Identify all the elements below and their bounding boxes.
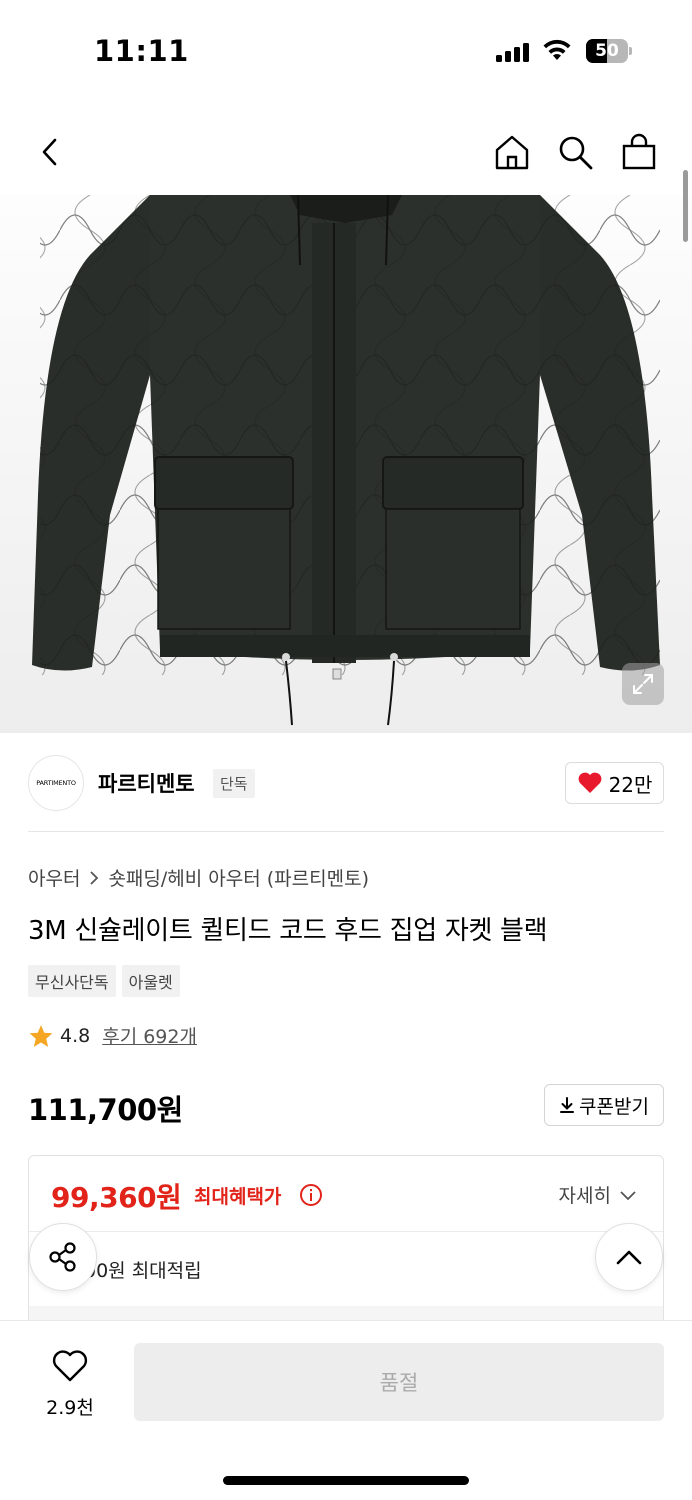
jacket-illustration [32, 195, 660, 726]
back-arrow-icon[interactable] [28, 130, 72, 174]
chevron-right-icon [90, 870, 99, 885]
tag-outlet: 아울렛 [121, 965, 180, 997]
download-icon [560, 1097, 575, 1113]
wishlist-button[interactable]: 2.9천 [28, 1349, 112, 1420]
scroll-top-button[interactable] [595, 1223, 663, 1291]
brand-logo-text: PARTIMENTO [36, 779, 76, 787]
soldout-button[interactable]: 품절 [134, 1343, 664, 1421]
signal-icon [496, 42, 529, 62]
bottom-bar: 2.9천 품절 [0, 1320, 692, 1500]
best-price: 99,360원 [51, 1181, 182, 1214]
scroll-indicator [683, 170, 688, 242]
details-button[interactable]: 자세히 [559, 1181, 637, 1208]
home-indicator [223, 1476, 469, 1485]
top-nav [0, 110, 692, 190]
brand-like-count: 22만 [608, 772, 653, 797]
status-time: 11:11 [94, 34, 189, 68]
rating-score: 4.8 [60, 1024, 91, 1047]
home-icon[interactable] [490, 130, 534, 174]
divider [29, 1231, 663, 1232]
best-price-label: 최대혜택가 [194, 1186, 282, 1208]
share-button[interactable] [29, 1223, 97, 1291]
product-price: 111,700원 [28, 1093, 183, 1127]
share-icon [49, 1242, 76, 1272]
coupon-label: 쿠폰받기 [579, 1095, 649, 1118]
brand-name[interactable]: 파르티멘토 [98, 768, 195, 798]
heart-filled-icon [578, 772, 601, 793]
chevron-down-icon [620, 1190, 636, 1200]
product-title: 3M 신슐레이트 퀼티드 코드 후드 집업 자켓 블랙 [28, 916, 548, 946]
divider [28, 831, 664, 832]
brand-logo[interactable]: PARTIMENTO [28, 755, 84, 811]
wishlist-count: 2.9천 [46, 1397, 94, 1419]
rating: 4.8 후기 692개 [28, 1022, 197, 1049]
product-tags: 무신사단독 아울렛 [28, 965, 180, 997]
star-icon [29, 1024, 53, 1047]
product-image[interactable] [0, 195, 692, 733]
soldout-label: 품절 [379, 1371, 419, 1395]
breadcrumb-item-category[interactable]: 아우터 [28, 864, 80, 891]
brand-row: PARTIMENTO 파르티멘토 단독 22만 [28, 755, 664, 811]
heart-outline-icon [52, 1350, 88, 1382]
battery-level: 50 [595, 41, 619, 61]
search-icon[interactable] [553, 130, 597, 174]
shopping-bag-icon[interactable] [617, 130, 661, 174]
benefit-box: 99,360원 최대혜택가 자세히 00원 최대적립 [28, 1155, 664, 1325]
status-bar: 11:11 50 [0, 0, 692, 100]
battery-icon: 50 [586, 39, 632, 63]
tag-exclusive: 무신사단독 [28, 965, 116, 997]
coupon-button[interactable]: 쿠폰받기 [544, 1084, 664, 1126]
chevron-up-icon [616, 1250, 642, 1265]
breadcrumb-item-subcategory[interactable]: 숏패딩/헤비 아우터 (파르티멘토) [108, 864, 369, 891]
wifi-icon [543, 39, 571, 60]
breadcrumb: 아우터 숏패딩/헤비 아우터 (파르티멘토) [28, 864, 369, 891]
review-count-link[interactable]: 후기 692개 [102, 1022, 197, 1049]
brand-like-button[interactable]: 22만 [565, 762, 664, 804]
max-points: 00원 최대적립 [84, 1260, 202, 1282]
exclusive-badge: 단독 [213, 769, 255, 798]
expand-icon[interactable] [622, 663, 664, 705]
details-label: 자세히 [558, 1185, 611, 1207]
info-icon[interactable] [299, 1183, 323, 1207]
